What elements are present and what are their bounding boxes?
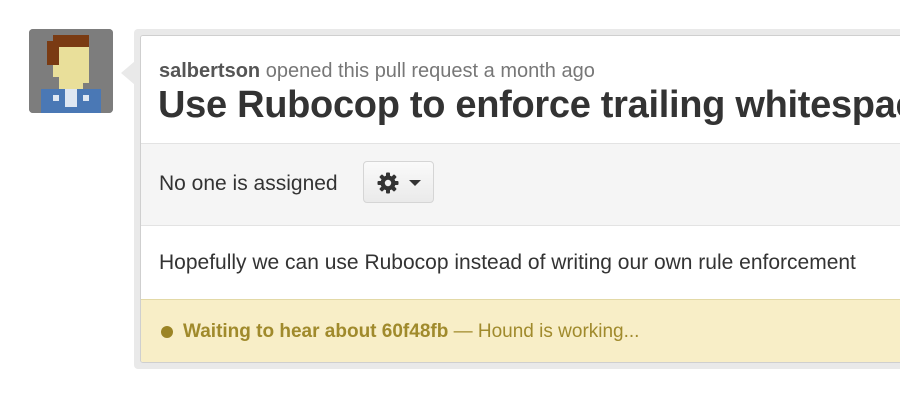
author-avatar[interactable] — [29, 29, 113, 113]
pull-request-card-inner: salbertson opened this pull request a mo… — [140, 35, 900, 363]
status-commit-link[interactable]: Waiting to hear about 60f48fb — [183, 321, 448, 342]
pull-request-meta: salbertson opened this pull request a mo… — [159, 60, 595, 83]
pull-request-header: salbertson opened this pull request a mo… — [141, 36, 900, 144]
status-detail: — Hound is working... — [448, 321, 640, 342]
author-link[interactable]: salbertson — [159, 60, 260, 82]
assignee-bar: No one is assigned — [141, 144, 900, 226]
pull-request-title: Use Rubocop to enforce trailing whitespa… — [158, 84, 900, 126]
description-text: Hopefully we can use Rubocop instead of … — [159, 251, 856, 274]
gear-icon — [377, 172, 399, 194]
pull-request-card: salbertson opened this pull request a mo… — [134, 29, 900, 369]
pull-request-description: Hopefully we can use Rubocop instead of … — [141, 226, 900, 300]
chevron-down-icon — [409, 180, 421, 186]
assignee-settings-button[interactable] — [363, 161, 434, 203]
build-status-bar: Waiting to hear about 60f48fb — Hound is… — [141, 300, 900, 362]
status-dot-icon — [161, 326, 173, 338]
avatar-image — [29, 29, 113, 113]
card-pointer — [121, 61, 135, 85]
assignee-status: No one is assigned — [159, 172, 338, 195]
action-text: opened this pull request a month ago — [260, 60, 595, 82]
status-message: Waiting to hear about 60f48fb — Hound is… — [183, 321, 639, 343]
